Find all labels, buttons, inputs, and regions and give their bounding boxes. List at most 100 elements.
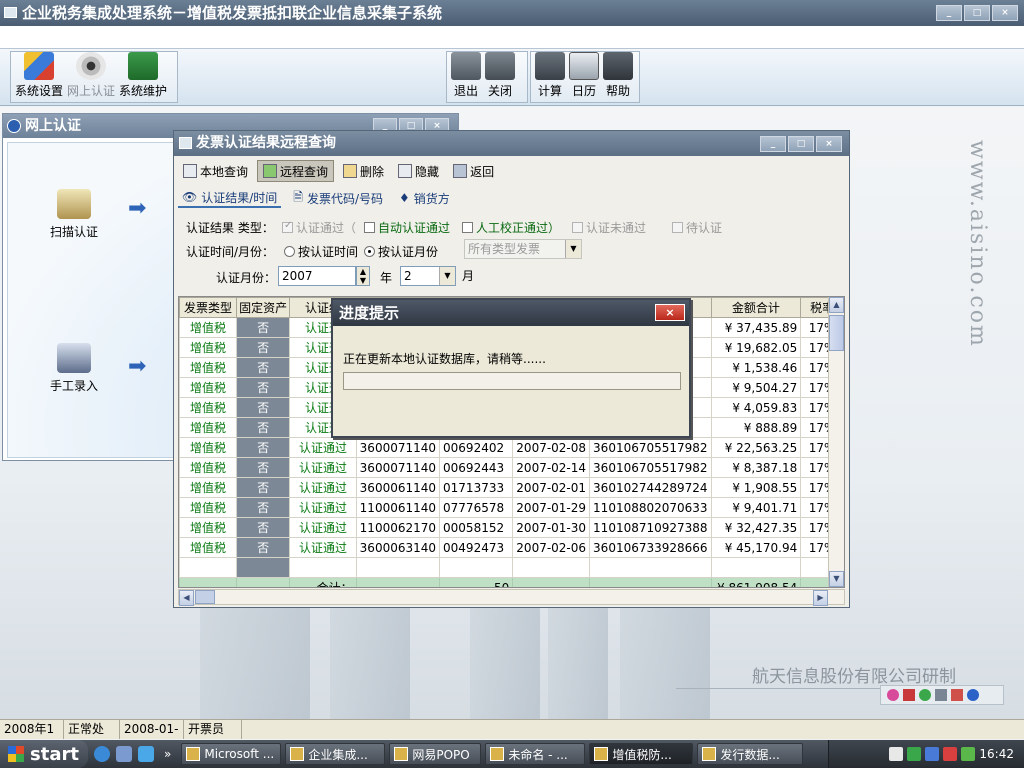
table-cell: ¥ 45,170.94 [710, 537, 802, 558]
tool-icon[interactable] [903, 689, 915, 701]
year-spinner[interactable]: ▲ ▼ [356, 266, 370, 286]
keyboard-icon[interactable] [935, 689, 947, 701]
close-button[interactable]: 关闭 [485, 52, 515, 99]
month-select[interactable]: 2 ▼ [400, 266, 456, 286]
minimize-button[interactable]: _ [936, 5, 962, 21]
task-app-icon [490, 747, 505, 761]
radio[interactable] [284, 246, 295, 257]
radio-by-time[interactable]: 按认证时间 [284, 243, 358, 260]
radio[interactable] [364, 246, 375, 257]
scroll-right-icon[interactable]: ▶ [813, 590, 828, 606]
query-maximize-button[interactable]: □ [788, 136, 814, 152]
invoice-type-select[interactable]: 所有类型发票 ▼ [464, 239, 582, 259]
column-header[interactable]: 金额合计 [710, 297, 802, 318]
checkbox[interactable] [572, 222, 583, 233]
app-window-icon [4, 7, 17, 18]
table-cell: 00692443 [439, 457, 514, 478]
tray-icon[interactable] [889, 747, 904, 761]
window-icon[interactable] [951, 689, 963, 701]
table-row[interactable]: 增值税否认证通过 3600071140 00692402 2007-02-08 3601… [179, 437, 844, 458]
toolbar-group-tools: 计算 日历 帮助 [530, 51, 640, 103]
horizontal-scrollbar[interactable]: ◀ ▶ [178, 589, 845, 606]
taskbar-item-label: 企业集成... [308, 747, 368, 762]
start-button[interactable]: start [0, 740, 88, 768]
tab-invoice-code[interactable]: 🗎 发票代码/号码 [289, 188, 387, 209]
help-icon[interactable] [967, 689, 979, 701]
scan-cert-button[interactable]: 扫描认证 [34, 189, 114, 240]
option-pending[interactable]: 待认证 [672, 219, 722, 236]
table-row[interactable]: 增值税否认证通过 3600071140 00692443 2007-02-14 3601… [179, 457, 844, 478]
option-auto-pass[interactable]: 自动认证通过 [364, 219, 450, 236]
checkbox[interactable] [462, 222, 473, 233]
checkbox[interactable] [364, 222, 375, 233]
checkbox[interactable]: ✓ [282, 220, 293, 233]
table-cell: 增值税 [179, 437, 237, 458]
option-cert-pass[interactable]: ✓ 认证通过（ [282, 219, 356, 236]
maximize-button[interactable]: □ [964, 5, 990, 21]
quicklaunch-icon[interactable] [116, 746, 132, 762]
year-input[interactable]: 2007 [278, 266, 356, 286]
option-manual-pass[interactable]: 人工校正通过） [462, 219, 560, 236]
tool-icon[interactable] [887, 689, 899, 701]
scroll-left-icon[interactable]: ◀ [179, 590, 194, 606]
chevron-down-icon[interactable]: ▼ [439, 267, 455, 285]
table-row[interactable]: 增值税否认证通过 3600061140 01713733 2007-02-01 3601… [179, 477, 844, 498]
tray-icon[interactable] [925, 747, 940, 761]
online-cert-button[interactable]: 网上认证 [67, 52, 115, 99]
table-cell: 00692402 [439, 437, 514, 458]
table-row[interactable]: 增值税否认证通过 1100061140 07776578 2007-01-29 1101… [179, 497, 844, 518]
exit-button[interactable]: 退出 [451, 52, 481, 99]
help-button[interactable]: 帮助 [603, 52, 633, 99]
query-minimize-button[interactable]: _ [760, 136, 786, 152]
local-query-button[interactable]: 本地查询 [178, 160, 253, 182]
tab-seller[interactable]: ♦ 销货方 [395, 190, 454, 207]
calendar-button[interactable]: 日历 [569, 52, 599, 99]
task-app-icon [594, 747, 609, 761]
radio-by-month[interactable]: 按认证月份 [364, 243, 438, 260]
system-maintenance-button[interactable]: 系统维护 [119, 52, 167, 99]
taskbar-item[interactable]: 发行数据... [697, 743, 804, 765]
table-row[interactable]: 增值税否认证通过 1100062170 00058152 2007-01-30 1101… [179, 517, 844, 538]
cert-month-label: 认证月份： [216, 271, 277, 285]
table-row[interactable]: 增值税否认证通过 3600063140 00492473 2007-02-06 3601… [179, 537, 844, 558]
remote-query-button[interactable]: 远程查询 [257, 160, 335, 182]
ie-icon[interactable] [94, 746, 110, 762]
tray-icon[interactable] [961, 747, 976, 761]
hide-button[interactable]: 隐藏 [393, 160, 444, 182]
tool-icon[interactable] [919, 689, 931, 701]
return-button[interactable]: 返回 [448, 160, 499, 182]
quicklaunch-more-button[interactable]: » [164, 747, 171, 761]
progress-close-button[interactable]: × [655, 304, 685, 321]
close-window-button[interactable]: × [992, 5, 1018, 21]
calculator-icon [535, 52, 565, 80]
column-header[interactable]: 固定资产 [235, 297, 291, 318]
column-header[interactable]: 发票类型 [179, 297, 237, 318]
table-cell: 3600071140 [355, 457, 441, 478]
taskbar-item[interactable]: 增值税防... [589, 743, 694, 765]
taskbar-item[interactable]: 网易POPO [389, 743, 482, 765]
tray-icon[interactable] [907, 747, 922, 761]
manual-entry-button[interactable]: 手工录入 [34, 343, 114, 394]
hscroll-thumb[interactable] [195, 590, 215, 604]
calculator-button[interactable]: 计算 [535, 52, 565, 99]
scroll-down-icon[interactable]: ▼ [829, 571, 844, 587]
system-settings-button[interactable]: 系统设置 [15, 52, 63, 99]
table-cell: 1100062170 [355, 517, 441, 538]
tray-icon[interactable] [943, 747, 958, 761]
taskbar-item[interactable]: 企业集成... [285, 743, 386, 765]
checkbox[interactable] [672, 222, 683, 233]
scroll-up-icon[interactable]: ▲ [829, 297, 844, 313]
delete-button[interactable]: 删除 [338, 160, 389, 182]
option-cert-fail[interactable]: 认证未通过 [572, 219, 646, 236]
summary-cell [355, 577, 441, 587]
vertical-scrollbar[interactable]: ▲ ▼ [828, 297, 844, 587]
taskbar-item[interactable]: 未命名 - ... [485, 743, 586, 765]
table-cell: 认证通过 [289, 457, 357, 478]
chevron-down-icon[interactable]: ▼ [565, 240, 581, 258]
quicklaunch-icon[interactable] [138, 746, 154, 762]
tab-result-time[interactable]: 👁 认证结果/时间 [178, 189, 282, 208]
taskbar-item[interactable]: Microsoft ... [181, 743, 282, 765]
scroll-thumb[interactable] [829, 315, 844, 351]
query-close-button[interactable]: × [816, 136, 842, 152]
status-date: 2008-01-17 [120, 720, 184, 755]
